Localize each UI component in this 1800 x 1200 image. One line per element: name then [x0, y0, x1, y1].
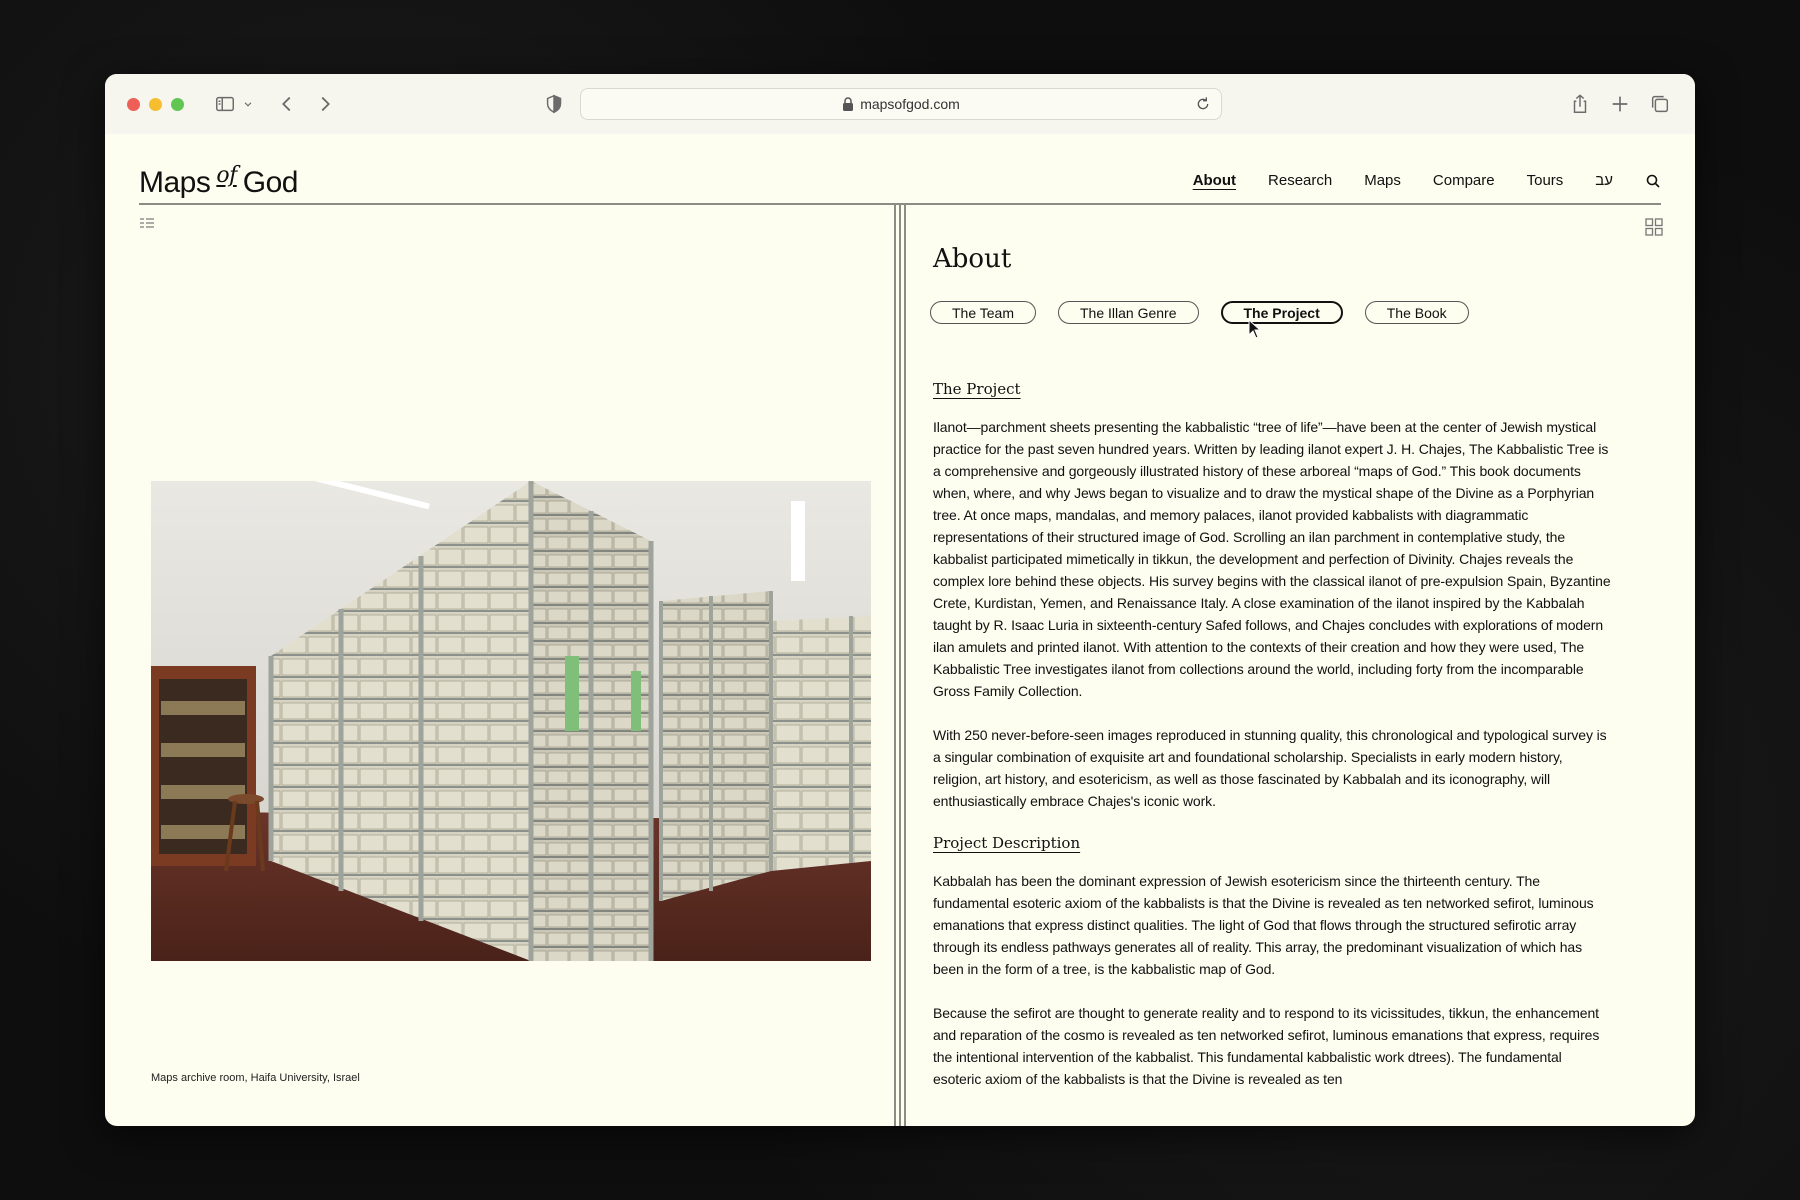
site-logo[interactable]: Maps of God: [139, 163, 299, 200]
nav-item-about[interactable]: About: [1193, 172, 1236, 189]
tab-the-illan-genre[interactable]: The Illan Genre: [1058, 301, 1199, 324]
photo-caption: Maps archive room, Haifa University, Isr…: [151, 1072, 360, 1084]
paragraph: Kabbalah has been the dominant expressio…: [933, 873, 1594, 977]
browser-window: mapsofgod.com Maps of God About Research…: [105, 74, 1695, 1126]
back-arrow-icon[interactable]: [275, 92, 299, 116]
tab-overview-icon[interactable]: [1648, 92, 1672, 116]
browser-toolbar: mapsofgod.com: [105, 74, 1695, 134]
minimize-window-button[interactable]: [149, 98, 162, 111]
nav-item-hebrew[interactable]: עב: [1595, 172, 1613, 189]
shield-icon[interactable]: [542, 92, 566, 116]
page-title: About: [933, 244, 1012, 274]
chevron-down-icon[interactable]: [241, 92, 255, 116]
new-tab-plus-icon[interactable]: [1608, 92, 1632, 116]
search-icon[interactable]: [1645, 173, 1661, 189]
logo-word-god: God: [242, 166, 299, 199]
archive-room-photo: [151, 481, 871, 961]
nav-item-tours[interactable]: Tours: [1527, 172, 1564, 189]
share-icon[interactable]: [1568, 92, 1592, 116]
mouse-pointer-icon: [1248, 318, 1262, 339]
list-view-icon[interactable]: [139, 216, 155, 232]
tab-the-book[interactable]: The Book: [1364, 301, 1469, 324]
paragraph: With 250 never-before-seen images reprod…: [933, 727, 1607, 809]
main-nav: About Research Maps Compare Tours עב: [1193, 172, 1661, 189]
nav-item-compare[interactable]: Compare: [1433, 172, 1495, 189]
section-heading-project: The Project: [933, 380, 1021, 398]
logo-word-maps: Maps: [139, 166, 211, 199]
reload-icon[interactable]: [1195, 96, 1211, 112]
paragraph: Because the sefirot are thought to gener…: [933, 1005, 1600, 1087]
lock-icon: [842, 97, 854, 111]
window-controls: [127, 98, 184, 111]
image-pane: Maps archive room, Haifa University, Isr…: [105, 204, 893, 1126]
nav-item-research[interactable]: Research: [1268, 172, 1332, 189]
pane-divider[interactable]: [894, 204, 906, 1126]
tab-the-project[interactable]: The Project: [1220, 301, 1343, 324]
section-heading-project-description: Project Description: [933, 834, 1081, 852]
article-body: The Project Ilanot—parchment sheets pres…: [933, 380, 1613, 1112]
sidebar-toggle-icon[interactable]: [213, 92, 237, 116]
close-window-button[interactable]: [127, 98, 140, 111]
nav-item-maps[interactable]: Maps: [1364, 172, 1401, 189]
url-text: mapsofgod.com: [860, 96, 960, 112]
grid-view-icon[interactable]: [1645, 218, 1663, 236]
zoom-window-button[interactable]: [171, 98, 184, 111]
address-bar[interactable]: mapsofgod.com: [580, 88, 1222, 120]
logo-word-of: of: [216, 163, 237, 188]
forward-arrow-icon[interactable]: [313, 92, 337, 116]
tab-the-team[interactable]: The Team: [930, 301, 1036, 324]
content-pane: About The Team The Illan Genre The Proje…: [908, 204, 1695, 1126]
about-subnav: The Team The Illan Genre The Project The…: [930, 301, 1469, 324]
paragraph: Ilanot—parchment sheets presenting the k…: [933, 419, 1611, 699]
